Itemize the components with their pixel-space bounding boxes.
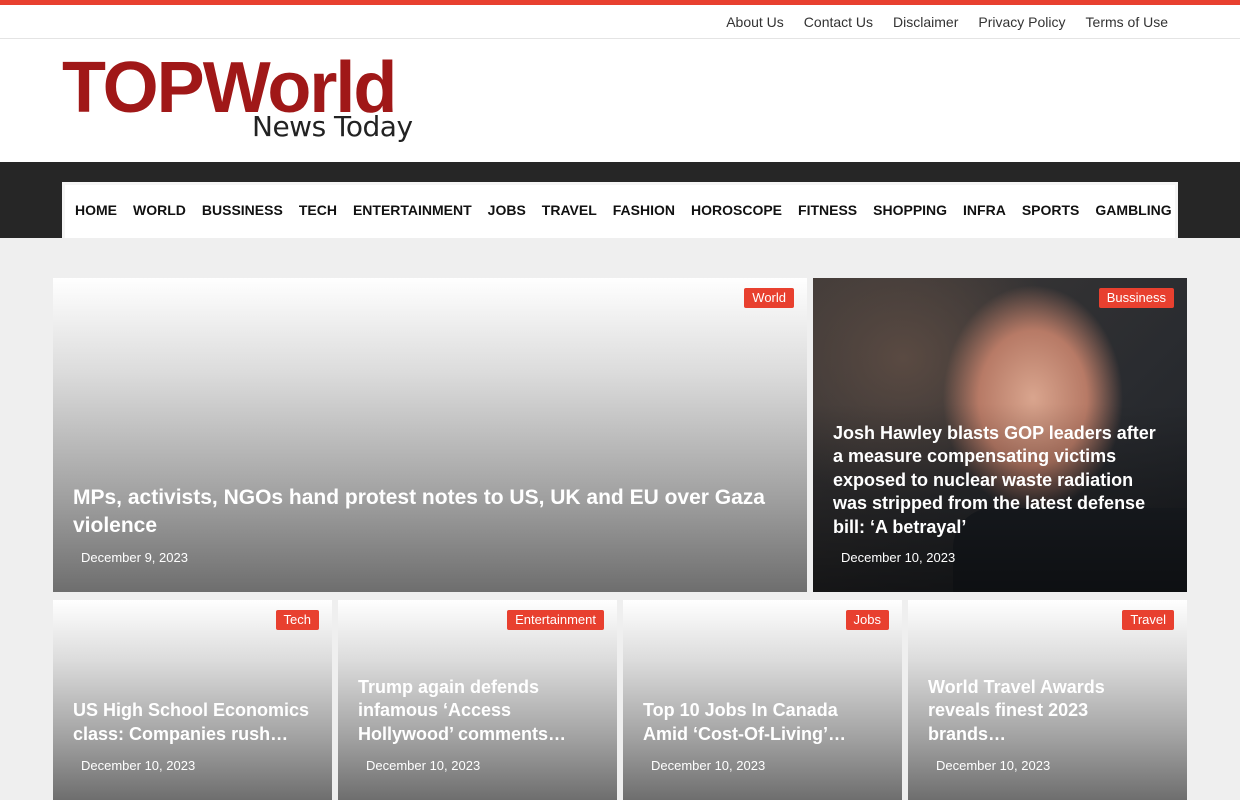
nav-item-shopping[interactable]: SHOPPING — [873, 202, 947, 218]
article-title[interactable]: MPs, activists, NGOs hand protest notes … — [73, 484, 787, 539]
article-card-travel[interactable]: Travel World Travel Awards reveals fines… — [908, 600, 1187, 800]
category-badge[interactable]: Bussiness — [1098, 288, 1174, 308]
article-date: December 10, 2023 — [81, 758, 196, 773]
nav-item-infra[interactable]: INFRA — [963, 202, 1006, 218]
category-badge[interactable]: Travel — [1122, 610, 1174, 630]
category-badge[interactable]: Entertainment — [507, 610, 604, 630]
about-us-link[interactable]: About Us — [726, 14, 784, 30]
article-card-jobs[interactable]: Jobs Top 10 Jobs In Canada Amid ‘Cost-Of… — [623, 600, 902, 800]
top-bar: About Us Contact Us Disclaimer Privacy P… — [0, 5, 1240, 39]
terms-of-use-link[interactable]: Terms of Use — [1086, 14, 1168, 30]
disclaimer-link[interactable]: Disclaimer — [893, 14, 958, 30]
article-date: December 10, 2023 — [651, 758, 766, 773]
nav-item-entertainment[interactable]: ENTERTAINMENT — [353, 202, 472, 218]
article-title[interactable]: Top 10 Jobs In Canada Amid ‘Cost-Of-Livi… — [643, 699, 882, 746]
article-title[interactable]: Josh Hawley blasts GOP leaders after a m… — [833, 422, 1167, 539]
nav-item-bussiness[interactable]: BUSSINESS — [202, 202, 283, 218]
nav-item-sports[interactable]: SPORTS — [1022, 202, 1080, 218]
category-badge[interactable]: World — [744, 288, 794, 308]
article-date: December 10, 2023 — [841, 550, 956, 565]
nav-item-fitness[interactable]: FITNESS — [798, 202, 857, 218]
site-logo[interactable]: TOPWorld News Today — [62, 49, 422, 149]
site-header: TOPWorld News Today — [0, 39, 1240, 162]
article-card-tech[interactable]: Tech US High School Economics class: Com… — [53, 600, 332, 800]
top-links: About Us Contact Us Disclaimer Privacy P… — [726, 5, 1168, 38]
nav-item-gambling[interactable]: GAMBLING — [1095, 202, 1171, 218]
main-nav: HOME WORLD BUSSINESS TECH ENTERTAINMENT … — [62, 182, 1178, 238]
category-badge[interactable]: Jobs — [845, 610, 889, 630]
card-gradient — [53, 278, 807, 592]
nav-item-travel[interactable]: TRAVEL — [542, 202, 597, 218]
nav-item-home[interactable]: HOME — [75, 202, 117, 218]
nav-item-tech[interactable]: TECH — [299, 202, 337, 218]
article-date: December 10, 2023 — [366, 758, 481, 773]
nav-item-horoscope[interactable]: HOROSCOPE — [691, 202, 782, 218]
article-title[interactable]: US High School Economics class: Companie… — [73, 699, 312, 746]
article-date: December 10, 2023 — [936, 758, 1051, 773]
featured-photo-article-card[interactable]: Bussiness Josh Hawley blasts GOP leaders… — [813, 278, 1187, 592]
article-card-entertainment[interactable]: Entertainment Trump again defends infamo… — [338, 600, 617, 800]
main-nav-wrapper: HOME WORLD BUSSINESS TECH ENTERTAINMENT … — [0, 162, 1240, 238]
privacy-policy-link[interactable]: Privacy Policy — [978, 14, 1065, 30]
article-title[interactable]: Trump again defends infamous ‘Access Hol… — [358, 676, 597, 746]
featured-article-card[interactable]: World MPs, activists, NGOs hand protest … — [53, 278, 807, 592]
nav-item-fashion[interactable]: FASHION — [613, 202, 675, 218]
logo-sub-text: News Today — [252, 110, 413, 143]
nav-item-jobs[interactable]: JOBS — [488, 202, 526, 218]
nav-item-world[interactable]: WORLD — [133, 202, 186, 218]
article-title[interactable]: World Travel Awards reveals finest 2023 … — [928, 676, 1167, 746]
article-date: December 9, 2023 — [81, 550, 188, 565]
contact-us-link[interactable]: Contact Us — [804, 14, 873, 30]
category-badge[interactable]: Tech — [275, 610, 319, 630]
